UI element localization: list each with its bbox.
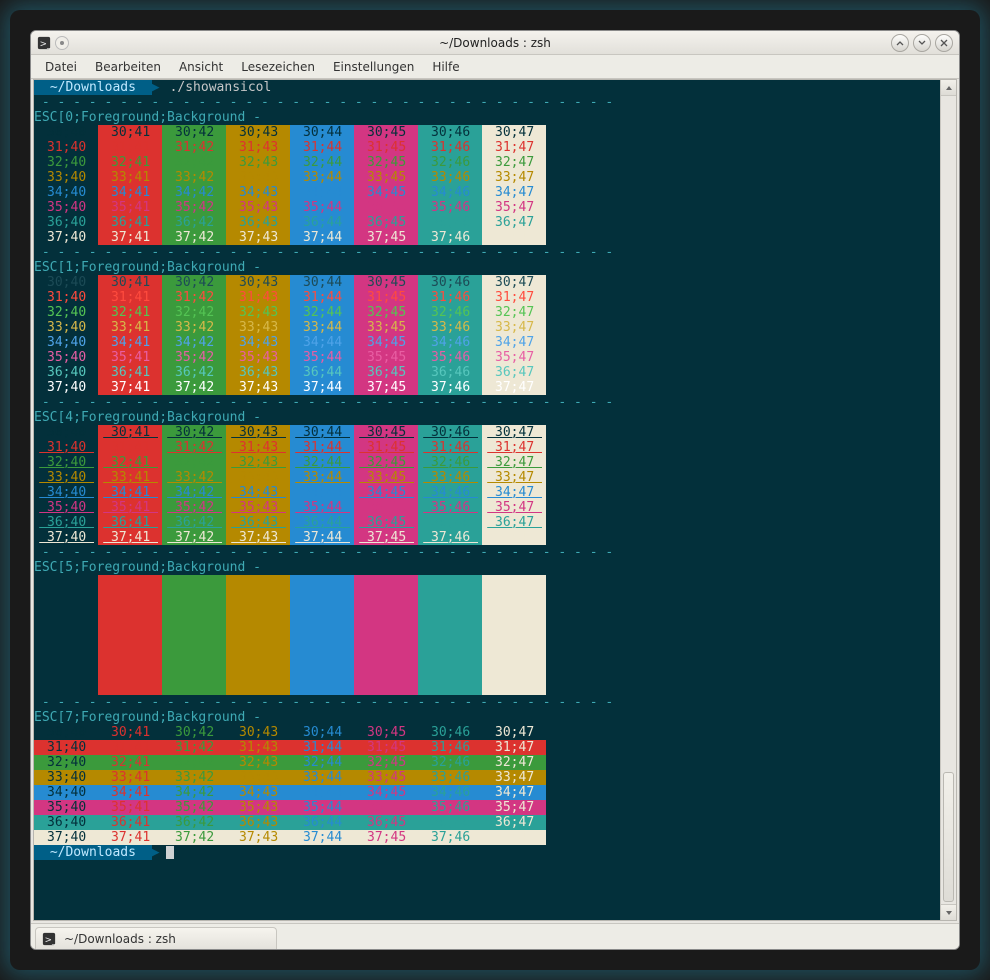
tabbar: >_ ~/Downloads : zsh	[31, 923, 959, 949]
scrollbar[interactable]	[940, 80, 956, 920]
tab-zsh[interactable]: >_ ~/Downloads : zsh	[35, 927, 277, 949]
menu-ansicht[interactable]: Ansicht	[171, 58, 231, 76]
menu-bearbeiten[interactable]: Bearbeiten	[87, 58, 169, 76]
pin-icon[interactable]	[55, 36, 69, 50]
menu-lesezeichen[interactable]: Lesezeichen	[233, 58, 323, 76]
app-icon: >_	[37, 36, 51, 50]
svg-text:>_: >_	[45, 935, 56, 945]
minimize-button[interactable]	[891, 34, 909, 52]
scroll-up-button[interactable]	[941, 80, 956, 96]
maximize-button[interactable]	[913, 34, 931, 52]
svg-text:>_: >_	[40, 39, 51, 49]
window-title: ~/Downloads : zsh	[31, 36, 959, 50]
menu-einstellungen[interactable]: Einstellungen	[325, 58, 422, 76]
titlebar[interactable]: >_ ~/Downloads : zsh	[31, 31, 959, 55]
terminal-window: >_ ~/Downloads : zsh Datei Bearbeiten An…	[30, 30, 960, 950]
scroll-down-button[interactable]	[941, 904, 956, 920]
menu-datei[interactable]: Datei	[37, 58, 85, 76]
terminal-icon: >_	[42, 932, 56, 946]
terminal-output[interactable]: ~/Downloads ▶ ./showansicol - - - - - - …	[34, 80, 940, 920]
scrollbar-thumb[interactable]	[943, 772, 954, 902]
menu-hilfe[interactable]: Hilfe	[424, 58, 467, 76]
close-button[interactable]	[935, 34, 953, 52]
tab-label: ~/Downloads : zsh	[64, 932, 176, 946]
menubar: Datei Bearbeiten Ansicht Lesezeichen Ein…	[31, 55, 959, 79]
